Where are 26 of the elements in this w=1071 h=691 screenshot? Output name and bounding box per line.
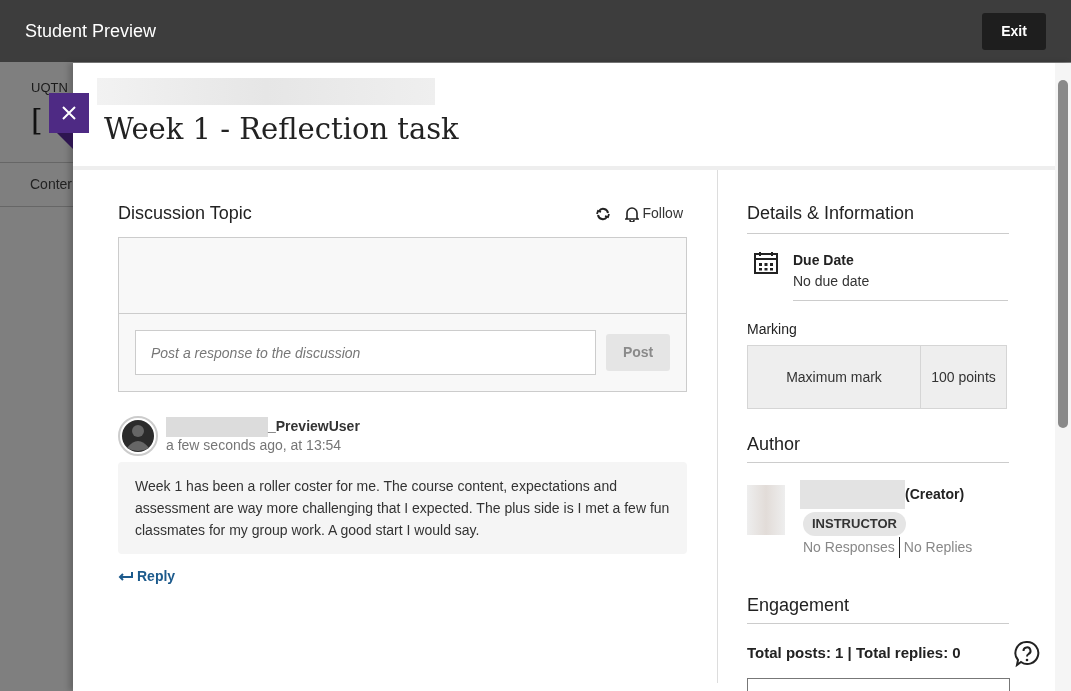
due-date-label: Due Date <box>793 251 855 270</box>
table-cell: Maximum mark <box>748 346 921 408</box>
due-date-value: No due date <box>793 272 871 291</box>
author-role: (Creator) <box>905 485 965 504</box>
course-code: UQTN <box>31 79 68 97</box>
role-badge: INSTRUCTOR <box>803 512 906 536</box>
post-body: Week 1 has been a roller coster for me. The course content, expectations and assessment are way more challenging that I expected. The plus side is I met a few fun classmates for my group work. A good start I would say. <box>118 462 687 554</box>
page-title: Week 1 - Reflection task <box>104 111 459 148</box>
response-field[interactable]: Post a response to the discussion <box>135 330 597 375</box>
table-cell-text: 100 points <box>930 367 997 387</box>
course-title: [ <box>31 101 43 138</box>
responses-count: No Responses <box>803 536 900 558</box>
section-heading: Details & Information <box>747 200 1009 234</box>
post-author: _PreviewUser <box>268 417 360 436</box>
engagement-totals: Total posts: 1 | Total replies: 0 <box>747 642 962 663</box>
top-bar-title: Student Preview <box>25 19 157 43</box>
exit-button[interactable]: Exit <box>982 12 1046 50</box>
post-time: a few seconds ago, at 13:54 <box>166 437 343 453</box>
section-heading: Engagement <box>747 591 1009 624</box>
reply-button[interactable]: Reply <box>118 566 176 587</box>
section-heading: Author <box>747 431 1009 463</box>
replies-count: No Replies <box>902 537 973 557</box>
section-heading: Discussion Topic <box>118 202 252 225</box>
course-tab[interactable]: Conter <box>30 173 73 195</box>
marking-label: Marking <box>747 320 798 339</box>
follow-button[interactable]: Follow <box>624 203 683 224</box>
